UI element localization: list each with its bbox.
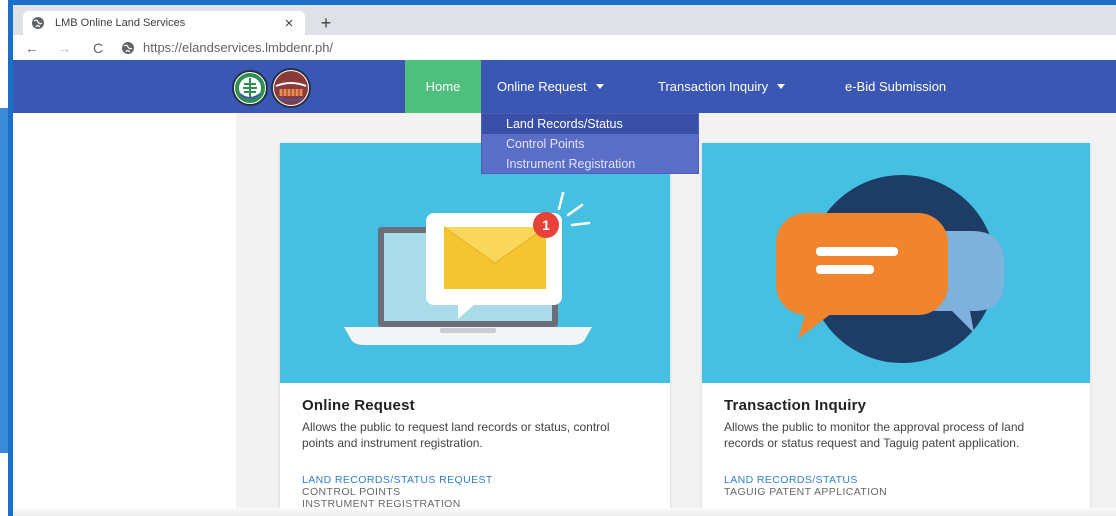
nav-home[interactable]: Home [405, 60, 481, 113]
new-tab-button[interactable]: + [316, 13, 336, 34]
caret-down-icon [595, 84, 604, 89]
bottom-edge [13, 508, 1116, 516]
online-request-dropdown: Land Records/Status Control Points Instr… [481, 113, 699, 174]
reload-button[interactable]: C [87, 40, 109, 56]
transaction-inquiry-card: Transaction Inquiry Allows the public to… [702, 143, 1090, 516]
tab-close-icon[interactable]: × [281, 15, 297, 32]
lmb-logo[interactable] [271, 68, 311, 108]
screenshot: LMB Online Land Services × + ← → C https… [0, 0, 1116, 516]
nav-transaction-inquiry[interactable]: Transaction Inquiry [658, 60, 786, 113]
browser-tab[interactable]: LMB Online Land Services × [23, 11, 305, 35]
land-records-status-request-link[interactable]: LAND RECORDS/STATUS REQUEST [302, 474, 493, 486]
site-info-icon[interactable] [121, 41, 135, 55]
tab-title: LMB Online Land Services [55, 17, 186, 29]
taguig-patent-application-link[interactable]: TAGUIG PATENT APPLICATION [724, 486, 887, 498]
card-title: Online Request [302, 397, 415, 414]
site-navbar: Home Online Request Transaction Inquiry … [13, 60, 1116, 113]
card-title: Transaction Inquiry [724, 397, 867, 414]
nav-ebid-submission[interactable]: e-Bid Submission [845, 60, 946, 113]
denr-logo[interactable] [232, 70, 268, 106]
nav-transaction-inquiry-label: Transaction Inquiry [658, 79, 769, 94]
chat-bubbles-icon [702, 143, 1090, 383]
land-records-status-link[interactable]: LAND RECORDS/STATUS [724, 474, 858, 486]
browser-tabbar: LMB Online Land Services × + [13, 5, 1116, 35]
nav-online-request-label: Online Request [497, 79, 587, 94]
browser-toolbar: ← → C https://elandservices.lmbdenr.ph/ [13, 35, 1116, 60]
online-request-card: 1 Online Request Allows the public to re… [280, 143, 670, 516]
nav-online-request[interactable]: Online Request [497, 60, 604, 113]
caret-down-icon [777, 84, 786, 89]
control-points-link[interactable]: CONTROL POINTS [302, 486, 401, 498]
card-description: Allows the public to request land record… [302, 420, 610, 450]
card-description: Allows the public to monitor the approva… [724, 420, 1025, 450]
globe-icon [31, 16, 45, 30]
back-button[interactable]: ← [21, 40, 43, 56]
dropdown-item-instrument-registration[interactable]: Instrument Registration [482, 154, 698, 174]
address-bar[interactable]: https://elandservices.lmbdenr.ph/ [121, 38, 333, 58]
laptop-mail-notification-icon: 1 [280, 143, 670, 383]
forward-button[interactable]: → [53, 40, 75, 56]
url-text: https://elandservices.lmbdenr.ph/ [143, 40, 334, 55]
dropdown-item-control-points[interactable]: Control Points [482, 134, 698, 154]
notification-badge: 1 [542, 217, 550, 233]
side-strip [0, 108, 8, 453]
dropdown-item-land-records-status[interactable]: Land Records/Status [482, 114, 698, 134]
